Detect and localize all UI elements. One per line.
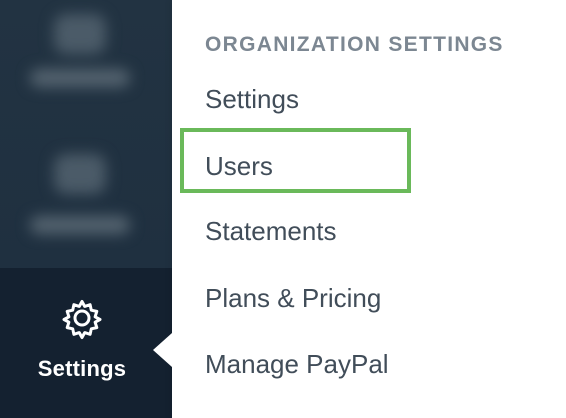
app-screen: Settings ORGANIZATION SETTINGS Settings …	[0, 0, 566, 418]
menu-item-plans-pricing[interactable]: Plans & Pricing	[205, 283, 381, 314]
blurred-label	[30, 216, 130, 234]
menu-item-users[interactable]: Users	[205, 151, 273, 182]
menu-item-statements[interactable]: Statements	[205, 216, 337, 247]
sidebar-item-settings[interactable]	[0, 268, 172, 418]
blurred-label	[30, 69, 130, 87]
blurred-icon	[54, 14, 106, 54]
sidebar-item-label: Settings	[37, 356, 127, 381]
blurred-sidebar-item-2[interactable]	[0, 132, 172, 242]
sidebar-upper-items	[0, 0, 172, 268]
menu-section-header: ORGANIZATION SETTINGS	[205, 33, 504, 56]
blurred-sidebar-item-1[interactable]	[0, 0, 172, 92]
menu-pointer	[153, 333, 172, 367]
gear-icon	[58, 294, 106, 342]
sidebar: Settings	[0, 0, 172, 418]
menu-item-settings[interactable]: Settings	[205, 84, 299, 115]
menu-item-manage-paypal[interactable]: Manage PayPal	[205, 349, 389, 380]
blurred-icon	[54, 154, 106, 194]
